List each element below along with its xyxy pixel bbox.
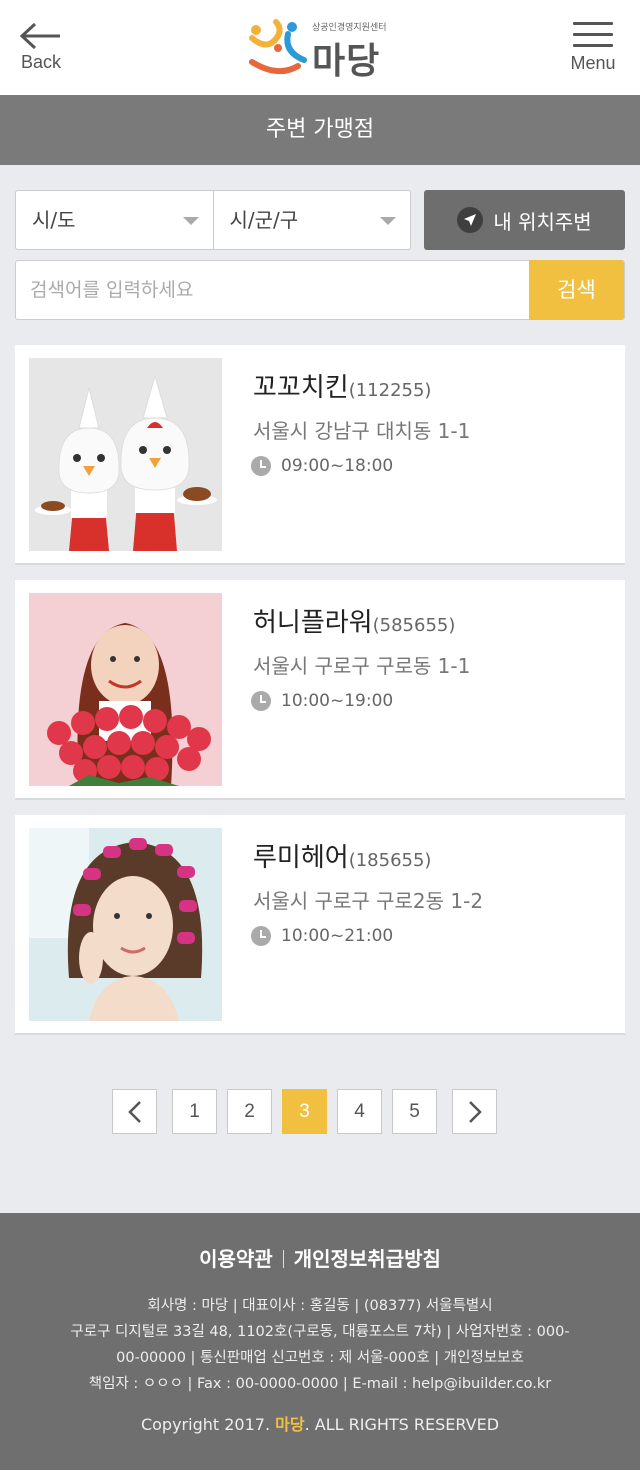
store-hours: 09:00~18:00 [251, 456, 393, 476]
copyright-brand: 마당 [275, 1415, 305, 1434]
page-title: 주변 가맹점 [0, 95, 640, 165]
store-name-text: 허니플라워 [253, 608, 373, 638]
store-hours: 10:00~21:00 [251, 926, 393, 946]
copyright: Copyright 2017. 마당. ALL RIGHTS RESERVED [0, 1411, 640, 1435]
company-info-line: 00-00000 | 통신판매업 신고번호 : 제 서울-000호 | 개인정보… [116, 1350, 524, 1366]
location-arrow-icon [457, 207, 484, 233]
clock-icon [251, 691, 271, 711]
store-name: 허니플라워(585655) [253, 602, 455, 639]
search-box: 검색 [15, 260, 625, 320]
footer-link-divider [282, 1250, 284, 1268]
store-address: 서울시 강남구 대치동 1-1 [253, 419, 471, 443]
district-select[interactable]: 시/군/구 [212, 191, 411, 249]
hamburger-icon [573, 44, 613, 47]
back-button[interactable]: Back [16, 22, 66, 82]
store-hours-text: 09:00~18:00 [281, 456, 394, 476]
copyright-prefix: Copyright 2017. [140, 1415, 271, 1434]
header: Back 상공인경영지원센터 마당 Menu [0, 0, 640, 95]
page-button-2[interactable]: 2 [227, 1089, 272, 1134]
store-hours-text: 10:00~19:00 [281, 691, 394, 711]
store-code: (185655) [348, 850, 432, 871]
store-name: 루미헤어(185655) [253, 837, 431, 874]
store-hours: 10:00~19:00 [251, 691, 393, 711]
clock-icon [251, 456, 271, 476]
caret-down-icon [182, 217, 199, 225]
footer: 이용약관 개인정보취급방침 회사명 : 마당 | 대표이사 : 홍길동 | (08… [0, 1213, 640, 1470]
store-thumbnail-hair [29, 828, 222, 1021]
district-select-value: 시/군/구 [229, 208, 299, 232]
footer-links: 이용약관 개인정보취급방침 [0, 1243, 640, 1272]
store-card[interactable]: 꼬꼬치킨(112255) 서울시 강남구 대치동 1-1 09:00~18:00 [15, 345, 625, 565]
arrow-left-icon [20, 22, 60, 50]
my-location-label: 내 위치주변 [493, 209, 592, 234]
store-address: 서울시 구로구 구로2동 1-2 [253, 889, 484, 913]
menu-label: Menu [570, 53, 616, 73]
store-card[interactable]: 루미헤어(185655) 서울시 구로구 구로2동 1-2 10:00~21:0… [15, 815, 625, 1035]
search-button[interactable]: 검색 [529, 260, 624, 320]
page-button-4[interactable]: 4 [337, 1089, 382, 1134]
page-button-5[interactable]: 5 [392, 1089, 437, 1134]
store-code: (585655) [372, 615, 456, 636]
chevron-right-icon [468, 1101, 482, 1123]
back-label: Back [20, 52, 62, 72]
company-info-line: 구로구 디지털로 33길 48, 1102호(구로동, 대륭포스트 7차) | … [70, 1324, 570, 1340]
store-code: (112255) [348, 380, 432, 401]
hamburger-icon [573, 22, 613, 25]
caret-down-icon [380, 217, 396, 225]
store-thumbnail-chicken [29, 358, 222, 551]
next-page-button[interactable] [452, 1089, 497, 1134]
logo-mark-icon [249, 19, 307, 75]
copyright-suffix: . ALL RIGHTS RESERVED [304, 1415, 500, 1434]
privacy-link[interactable]: 개인정보취급방침 [294, 1247, 441, 1271]
company-info-line: 회사명 : 마당 | 대표이사 : 홍길동 | (08377) 서울특별시 [147, 1298, 493, 1314]
chevron-left-icon [127, 1101, 141, 1123]
store-name-text: 루미헤어 [253, 843, 349, 873]
company-info-line: 책임자 : ㅇㅇㅇ | Fax : 00-0000-0000 | E-mail … [88, 1376, 552, 1392]
logo-title: 마당 [312, 41, 381, 82]
page-button-3-current[interactable]: 3 [282, 1089, 327, 1134]
store-name-text: 꼬꼬치킨 [253, 373, 349, 403]
province-select[interactable]: 시/도 [16, 191, 213, 249]
logo[interactable]: 상공인경영지원센터 마당 [248, 18, 398, 82]
clock-icon [251, 926, 271, 946]
store-card[interactable]: 허니플라워(585655) 서울시 구로구 구로동 1-1 10:00~19:0… [15, 580, 625, 800]
hamburger-icon [573, 33, 613, 36]
search-input[interactable] [16, 261, 530, 319]
my-location-button[interactable]: 내 위치주변 [424, 190, 625, 250]
store-address: 서울시 구로구 구로동 1-1 [253, 654, 471, 678]
menu-button[interactable]: Menu [568, 22, 618, 82]
province-select-value: 시/도 [32, 208, 76, 232]
prev-page-button[interactable] [112, 1089, 157, 1134]
page-button-1[interactable]: 1 [172, 1089, 217, 1134]
company-info: 회사명 : 마당 | 대표이사 : 홍길동 | (08377) 서울특별시 구로… [40, 1293, 600, 1397]
store-hours-text: 10:00~21:00 [281, 926, 394, 946]
store-name: 꼬꼬치킨(112255) [253, 367, 431, 404]
store-thumbnail-flower [29, 593, 222, 786]
region-select-group: 시/도 시/군/구 [15, 190, 411, 250]
terms-link[interactable]: 이용약관 [199, 1247, 273, 1271]
